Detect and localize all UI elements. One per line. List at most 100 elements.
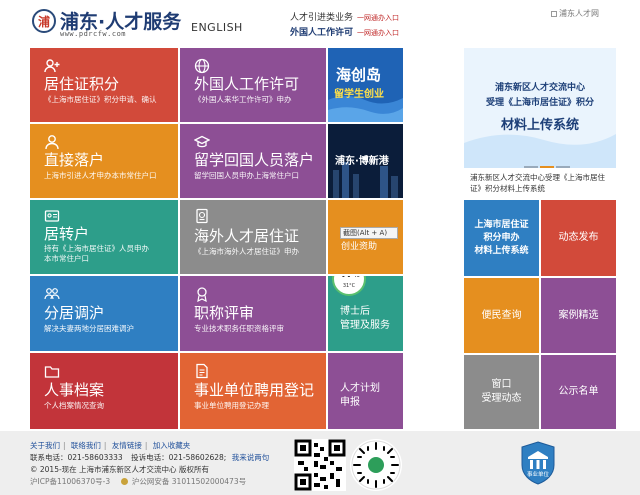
tile-public-query[interactable]: 便民查询 — [464, 278, 539, 353]
document-icon — [194, 363, 210, 379]
window-line1: 窗口 — [491, 379, 512, 390]
banner1-sub: 留学生创业 — [334, 89, 384, 100]
upload-line2: 积分申办 — [483, 232, 520, 243]
people-icon — [44, 286, 60, 302]
tile-overseas-permit[interactable]: 海外人才居住证 《上海市海外人才居住证》申办 — [180, 200, 326, 274]
tile-public-institution[interactable]: 事业单位聘用登记 事业单位聘用登记办理 — [180, 353, 326, 429]
plus-user-icon — [44, 58, 60, 74]
complaint-number: 021-58602628; — [168, 453, 227, 462]
tile-personnel-file-title: 人事档案 — [44, 381, 105, 399]
tile-cases-label: 案例精选 — [558, 309, 599, 321]
tile-personnel-file[interactable]: 人事档案 个人档案情况查询 — [30, 353, 178, 429]
icp-record[interactable]: 沪ICP备11006370号-3 — [30, 477, 110, 486]
footer-link-about[interactable]: 关于我们 — [30, 441, 60, 450]
tile-news[interactable]: 动态发布 — [541, 200, 616, 276]
tile-spouse-transfer-title: 分居调沪 — [44, 304, 105, 322]
tile-news-label: 动态发布 — [558, 232, 599, 243]
footer-phones: 联系电话：021-58603333 投诉电话：021-58602628; 我来说… — [30, 452, 269, 463]
banner-line2: 受理《上海市居住证》积分 — [485, 98, 594, 108]
banner2-title: 浦东·博新港 — [335, 156, 389, 167]
tile-returnee-hukou-sub: 留学回国人员申办上海常住户口 — [194, 171, 299, 180]
banner-caption[interactable]: 浦东新区人才交流中心受理《上海市居住证》积分材料上传系统 — [470, 172, 616, 194]
banner1-title: 海创岛 — [336, 66, 382, 84]
foreigner-permit-label: 外国人工作许可 — [290, 28, 354, 38]
tile-returnee-hukou[interactable]: 留学回国人员落户 留学回国人员申办上海常住户口 — [180, 124, 326, 198]
logo-emblem-icon: 浦 — [32, 9, 56, 33]
tile-title-review[interactable]: 职称评审 专业技术职务任职资格评审 — [180, 276, 326, 351]
feedback-link[interactable]: 我来说两句 — [232, 453, 270, 462]
upload-line1: 上海市居住证 — [474, 219, 529, 230]
tile-public-institution-title: 事业单位聘用登记 — [194, 381, 315, 399]
tile-spouse-transfer[interactable]: 分居调沪 解决夫妻两地分居困难调沪 — [30, 276, 178, 351]
footer-link-favorite[interactable]: 加入收藏夹 — [153, 441, 191, 450]
boxingang-banner[interactable]: 浦东·博新港 — [328, 124, 403, 198]
tile-public-list-label: 公示名单 — [558, 386, 599, 397]
footer-links: 关于我们 | 联络我们 | 友情链接 | 加入收藏夹 — [30, 441, 191, 450]
foreigner-permit-link[interactable]: 外国人工作许可 一网通办入口 — [290, 25, 399, 38]
mini-program-code-icon — [351, 440, 401, 490]
complaint-label: 投诉电话： — [131, 453, 169, 462]
upload-line3: 材料上传系统 — [474, 245, 529, 256]
tile-foreign-permit[interactable]: 外国人工作许可 《外国人来华工作许可》申办 — [180, 48, 326, 122]
tile-overseas-permit-sub: 《上海市海外人才居住证》申办 — [194, 247, 299, 256]
tile-points-sub: 《上海市居住证》积分申请、确认 — [44, 95, 157, 104]
graduate-icon — [194, 134, 210, 150]
tile-public-list[interactable]: 公示名单 — [541, 355, 616, 429]
talent-intro-go: 一网通办入口 — [357, 14, 400, 22]
police-record[interactable]: 沪公网安备 31011502000473号 — [132, 477, 246, 486]
haichuangdao-banner[interactable]: 海创岛 留学生创业 — [328, 48, 403, 122]
police-icon — [120, 478, 128, 485]
passport-icon — [194, 208, 210, 224]
tile-foreign-permit-title: 外国人工作许可 — [194, 75, 300, 93]
user-icon — [44, 134, 60, 150]
tile-overseas-permit-title: 海外人才居住证 — [194, 227, 300, 245]
window-line2: 受理动态 — [481, 393, 522, 404]
tile-residence-to-hukou[interactable]: 居转户 持有《上海市居住证》人员申办本市常住户口 — [30, 200, 178, 274]
tile-direct-hukou[interactable]: 直接落户 上海市引进人才申办本市常住户口 — [30, 124, 178, 198]
battery-unit: % — [354, 276, 360, 279]
tile-upload-system[interactable]: 上海市居住证 积分申办 材料上传系统 — [464, 200, 539, 276]
shield-badge-icon — [521, 441, 555, 485]
badge-label: 事业单位 — [526, 472, 549, 478]
folder-icon — [44, 363, 60, 379]
tile-returnee-hukou-title: 留学回国人员落户 — [194, 151, 315, 169]
phone-label: 联系电话： — [30, 453, 68, 462]
globe-icon — [194, 58, 210, 74]
battery-temp: 31°C — [342, 283, 356, 289]
phone-number: 021-58603333 — [67, 453, 123, 462]
tile-cases[interactable]: 案例精选 — [541, 278, 616, 353]
tile-points[interactable]: 居住证积分 《上海市居住证》积分申请、确认 — [30, 48, 178, 122]
public-institution-badge[interactable]: 事业单位 — [521, 441, 555, 485]
qr-code-1 — [294, 439, 346, 491]
tile-talent-plan[interactable]: 人才计划 申报 — [328, 353, 403, 429]
footer-link-contact[interactable]: 联络我们 — [71, 441, 101, 450]
tile-postdoc[interactable]: 47% 31°C 博士后 管理及服务 — [328, 276, 403, 351]
tile-direct-hukou-sub: 上海市引进人才申办本市常住户口 — [44, 171, 157, 180]
talent-intro-link[interactable]: 人才引进类业务 一网通办入口 — [290, 10, 399, 23]
tile-postdoc-line1: 博士后 — [340, 306, 370, 317]
screenshot-tooltip: 截图(Alt + A) — [340, 227, 398, 239]
tile-window-status[interactable]: 窗口 受理动态 — [464, 355, 539, 429]
tile-talent-plan-line2: 申报 — [340, 397, 360, 408]
footer-link-friends[interactable]: 友情链接 — [112, 441, 142, 450]
english-link[interactable]: ENGLISH — [191, 21, 243, 34]
tile-title-review-title: 职称评审 — [194, 304, 255, 322]
tile-residence-to-hukou-sub: 持有《上海市居住证》人员申办本市常住户口 — [44, 244, 149, 263]
qr-code-icon — [294, 439, 346, 491]
tile-title-review-sub: 专业技术职务任职资格评审 — [194, 324, 284, 333]
tile-public-institution-sub: 事业单位聘用登记办理 — [194, 401, 269, 410]
banner-line3: 材料上传系统 — [500, 118, 579, 133]
tile-startup-funding[interactable]: 截图(Alt + A) 创业资助 — [328, 200, 403, 274]
broken-image[interactable]: 浦东人才网 — [551, 8, 599, 19]
site-logo[interactable]: 浦 浦东·人才服务 www.pdrcfw.com — [32, 8, 182, 40]
upload-system-banner[interactable]: 浦东新区人才交流中心 受理《上海市居住证》积分 材料上传系统 — [464, 48, 616, 168]
talent-intro-label: 人才引进类业务 — [290, 13, 354, 23]
tile-spouse-transfer-sub: 解决夫妻两地分居困难调沪 — [44, 324, 134, 333]
tile-public-query-label: 便民查询 — [481, 309, 522, 321]
banner-bg-icon — [464, 134, 616, 168]
tile-talent-plan-line1: 人才计划 — [340, 383, 380, 394]
banner-line1: 浦东新区人才交流中心 — [494, 83, 585, 93]
tile-personnel-file-sub: 个人档案情况查询 — [44, 401, 104, 410]
footer-record: 沪ICP备11006370号-3 沪公网安备 31011502000473号 — [30, 476, 246, 487]
tile-postdoc-line2: 管理及服务 — [340, 320, 390, 331]
